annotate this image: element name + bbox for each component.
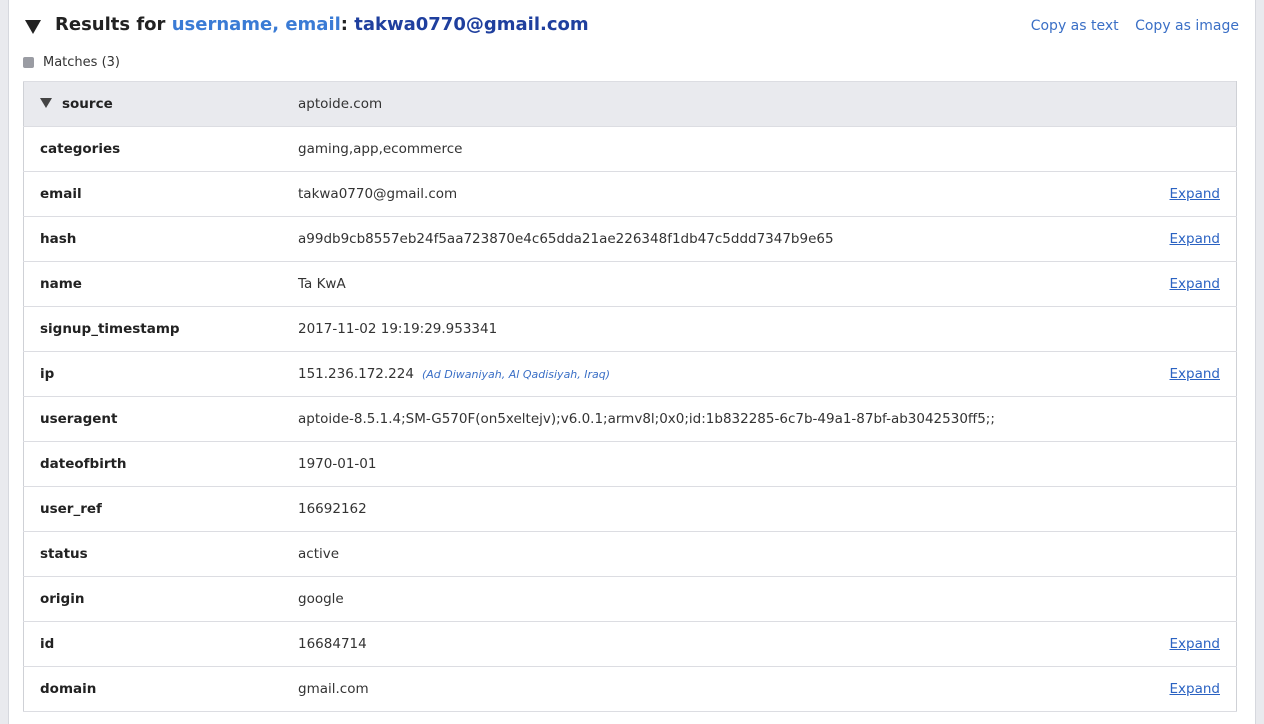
table-row: ip 151.236.172.224 (Ad Diwaniyah, Al Qadi… bbox=[23, 351, 1237, 397]
source-key-cell: source bbox=[23, 81, 298, 127]
expand-cell: Expand bbox=[1130, 216, 1237, 262]
field-key: hash bbox=[23, 216, 298, 262]
title-prefix: Results for bbox=[55, 14, 172, 35]
table-row: origin google bbox=[23, 576, 1237, 622]
expand-cell bbox=[1130, 531, 1237, 577]
source-expand-cell bbox=[1130, 81, 1237, 127]
expand-email-link[interactable]: Expand bbox=[1170, 186, 1221, 202]
field-key: status bbox=[23, 531, 298, 577]
field-value: 1970-01-01 bbox=[298, 441, 1130, 487]
expand-cell: Expand bbox=[1130, 261, 1237, 307]
field-key: dateofbirth bbox=[23, 441, 298, 487]
results-header: Results for username, email: takwa0770@g… bbox=[9, 0, 1255, 56]
field-key: domain bbox=[23, 666, 298, 712]
field-value: 16684714 bbox=[298, 621, 1130, 667]
field-value: gaming,app,ecommerce bbox=[298, 126, 1130, 172]
expand-cell: Expand bbox=[1130, 351, 1237, 397]
field-key: user_ref bbox=[23, 486, 298, 532]
expand-name-link[interactable]: Expand bbox=[1170, 276, 1221, 292]
field-key: signup_timestamp bbox=[23, 306, 298, 352]
field-value: takwa0770@gmail.com bbox=[298, 171, 1130, 217]
copy-actions: Copy as text Copy as image bbox=[1019, 18, 1239, 34]
source-row[interactable]: source aptoide.com bbox=[23, 81, 1237, 127]
query-fields: username, email bbox=[171, 14, 341, 35]
field-value: 2017-11-02 19:19:29.953341 bbox=[298, 306, 1130, 352]
field-value: 16692162 bbox=[298, 486, 1130, 532]
table-row: signup_timestamp 2017-11-02 19:19:29.953… bbox=[23, 306, 1237, 352]
table-row: user_ref 16692162 bbox=[23, 486, 1237, 532]
ip-value: 151.236.172.224 bbox=[298, 366, 414, 382]
field-value: aptoide-8.5.1.4;SM-G570F(on5xeltejv);v6.… bbox=[298, 396, 1130, 442]
field-key: email bbox=[23, 171, 298, 217]
title-separator: : bbox=[340, 14, 355, 35]
expand-cell: Expand bbox=[1130, 621, 1237, 667]
ip-geolocation: (Ad Diwaniyah, Al Qadisiyah, Iraq) bbox=[421, 368, 611, 381]
table-row: hash a99db9cb8557eb24f5aa723870e4c65dda2… bbox=[23, 216, 1237, 262]
expand-cell bbox=[1130, 126, 1237, 172]
field-key: ip bbox=[23, 351, 298, 397]
field-value: active bbox=[298, 531, 1130, 577]
expand-cell bbox=[1130, 396, 1237, 442]
expand-cell bbox=[1130, 486, 1237, 532]
row-collapse-caret-icon[interactable] bbox=[40, 97, 52, 108]
field-value-cell: 151.236.172.224 (Ad Diwaniyah, Al Qadisiy… bbox=[298, 351, 1130, 397]
query-value: takwa0770@gmail.com bbox=[354, 14, 589, 35]
table-row: domain gmail.com Expand bbox=[23, 666, 1237, 712]
expand-cell bbox=[1130, 306, 1237, 352]
table-row: status active bbox=[23, 531, 1237, 577]
source-key: source bbox=[62, 96, 113, 112]
table-row: dateofbirth 1970-01-01 bbox=[23, 441, 1237, 487]
field-key: name bbox=[23, 261, 298, 307]
expand-hash-link[interactable]: Expand bbox=[1170, 231, 1221, 247]
field-value: Ta KwA bbox=[298, 261, 1130, 307]
expand-cell bbox=[1130, 576, 1237, 622]
expand-id-link[interactable]: Expand bbox=[1170, 636, 1221, 652]
results-title: Results for username, email: takwa0770@g… bbox=[55, 14, 589, 35]
matches-checkbox-icon[interactable] bbox=[23, 57, 34, 68]
copy-as-text-link[interactable]: Copy as text bbox=[1031, 18, 1119, 34]
expand-ip-link[interactable]: Expand bbox=[1170, 366, 1221, 382]
matches-label: Matches (3) bbox=[43, 55, 120, 70]
results-panel: Results for username, email: takwa0770@g… bbox=[8, 0, 1256, 724]
field-value: google bbox=[298, 576, 1130, 622]
table-row: email takwa0770@gmail.com Expand bbox=[23, 171, 1237, 217]
field-key: categories bbox=[23, 126, 298, 172]
table-row: name Ta KwA Expand bbox=[23, 261, 1237, 307]
source-value: aptoide.com bbox=[298, 81, 1130, 127]
field-key: useragent bbox=[23, 396, 298, 442]
matches-toggle[interactable]: Matches (3) bbox=[23, 55, 120, 70]
table-row: categories gaming,app,ecommerce bbox=[23, 126, 1237, 172]
expand-cell: Expand bbox=[1130, 171, 1237, 217]
table-row: useragent aptoide-8.5.1.4;SM-G570F(on5xe… bbox=[23, 396, 1237, 442]
field-key: origin bbox=[23, 576, 298, 622]
expand-cell bbox=[1130, 441, 1237, 487]
expand-cell: Expand bbox=[1130, 666, 1237, 712]
copy-as-image-link[interactable]: Copy as image bbox=[1135, 18, 1239, 34]
collapse-caret-icon[interactable] bbox=[25, 20, 41, 34]
expand-domain-link[interactable]: Expand bbox=[1170, 681, 1221, 697]
table-row: id 16684714 Expand bbox=[23, 621, 1237, 667]
field-value: gmail.com bbox=[298, 666, 1130, 712]
record-table: source aptoide.com categories gaming,app… bbox=[23, 81, 1237, 712]
field-value: a99db9cb8557eb24f5aa723870e4c65dda21ae22… bbox=[298, 216, 1130, 262]
field-key: id bbox=[23, 621, 298, 667]
